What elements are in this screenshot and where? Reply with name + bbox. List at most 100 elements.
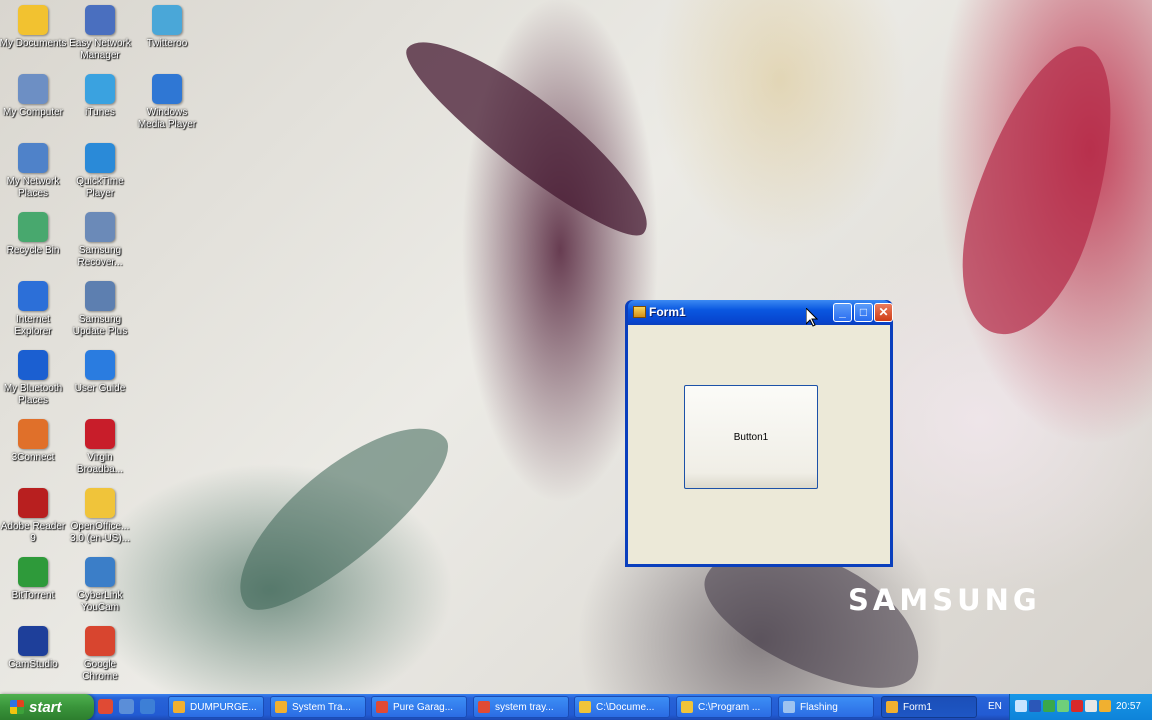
taskbar-button-label: DUMPURGE... bbox=[190, 701, 257, 713]
desktop-icon[interactable]: My Computer bbox=[0, 74, 67, 119]
desktop-icon[interactable]: Windows Media Player bbox=[133, 74, 201, 131]
taskbar-button[interactable]: Form1 bbox=[881, 696, 977, 718]
desktop-icon[interactable]: Recycle Bin bbox=[0, 212, 67, 257]
desktop-icon-label: Easy Network Manager bbox=[69, 38, 131, 61]
desktop-icon[interactable]: CamStudio bbox=[0, 626, 67, 671]
flash-icon[interactable] bbox=[1071, 700, 1083, 712]
maximize-button[interactable]: □ bbox=[854, 303, 873, 322]
desktop-icon-label: OpenOffice... 3.0 (en-US)... bbox=[69, 521, 131, 544]
desktop-icon[interactable]: My Network Places bbox=[0, 143, 67, 200]
window-titlebar[interactable]: Form1 _ □ ✕ bbox=[628, 300, 893, 325]
start-button[interactable]: start bbox=[0, 694, 94, 720]
button1[interactable]: Button1 bbox=[684, 385, 818, 489]
taskbar-button-label: System Tra... bbox=[292, 701, 351, 713]
minimize-button[interactable]: _ bbox=[833, 303, 852, 322]
desktop-icon[interactable]: My Bluetooth Places bbox=[0, 350, 67, 407]
desktop-icon-label: CyberLink YouCam bbox=[77, 590, 123, 613]
mouse-cursor-icon bbox=[806, 308, 818, 327]
desktop-icon-label: 3Connect bbox=[11, 452, 55, 463]
desktop-icon[interactable]: User Guide bbox=[66, 350, 134, 395]
bittorrent-icon bbox=[18, 557, 48, 587]
three-connect-icon bbox=[18, 419, 48, 449]
desktop-icon-label: BitTorrent bbox=[11, 590, 55, 601]
network-icon[interactable] bbox=[1015, 700, 1027, 712]
chrome-icon bbox=[478, 701, 490, 713]
language-indicator[interactable]: EN bbox=[988, 701, 1002, 712]
desktop-icon[interactable] bbox=[119, 699, 134, 714]
desktop-icon-label: Twitteroo bbox=[146, 38, 188, 49]
shield-icon[interactable] bbox=[1099, 700, 1111, 712]
system-tray: 20:57 bbox=[1009, 694, 1152, 720]
taskbar-button[interactable]: C:\Program ... bbox=[676, 696, 772, 718]
taskbar-button[interactable]: Flashing bbox=[778, 696, 874, 718]
form-icon bbox=[886, 701, 898, 713]
desktop-icon-label: Recycle Bin bbox=[6, 245, 60, 256]
taskbar-button[interactable]: System Tra... bbox=[270, 696, 366, 718]
taskbar-button[interactable]: DUMPURGE... bbox=[168, 696, 264, 718]
desktop-icon[interactable]: Adobe Reader 9 bbox=[0, 488, 67, 545]
desktop-icon-label: iTunes bbox=[85, 107, 115, 118]
desktop-icon-label: Windows Media Player bbox=[137, 107, 197, 130]
form-icon bbox=[633, 306, 646, 318]
desktop-icon-label: Samsung Update Plus bbox=[72, 314, 128, 337]
form1-window[interactable]: Form1 _ □ ✕ Button1 bbox=[625, 300, 893, 567]
desktop-icon[interactable]: My Documents bbox=[0, 5, 67, 50]
network-places-icon bbox=[18, 143, 48, 173]
desktop-icon[interactable]: Google Chrome bbox=[66, 626, 134, 683]
desktop-icon[interactable]: Virgin Broadba... bbox=[66, 419, 134, 476]
taskbar-button-label: Flashing bbox=[800, 701, 838, 713]
desktop-icon-label: My Computer bbox=[2, 107, 63, 118]
start-label: start bbox=[29, 698, 62, 716]
desktop-icon[interactable]: QuickTime Player bbox=[66, 143, 134, 200]
taskbar-button[interactable]: system tray... bbox=[473, 696, 569, 718]
desktop-icon[interactable]: Internet Explorer bbox=[0, 281, 67, 338]
taskbar-button-label: Form1 bbox=[903, 701, 932, 713]
app-icon bbox=[173, 701, 185, 713]
monitor-icon[interactable] bbox=[1029, 700, 1041, 712]
app-icon bbox=[783, 701, 795, 713]
desktop-icon[interactable]: iTunes bbox=[66, 74, 134, 119]
bluetooth-icon bbox=[18, 350, 48, 380]
desktop-icon[interactable]: CyberLink YouCam bbox=[66, 557, 134, 614]
wallpaper-petal bbox=[211, 396, 469, 634]
network-manager-icon bbox=[85, 5, 115, 35]
desktop-icon[interactable]: Samsung Update Plus bbox=[66, 281, 134, 338]
close-button[interactable]: ✕ bbox=[874, 303, 893, 322]
desktop-icon[interactable]: Easy Network Manager bbox=[66, 5, 134, 62]
webcam-icon bbox=[85, 557, 115, 587]
desktop-icon-label: Google Chrome bbox=[82, 659, 118, 682]
security-icon[interactable] bbox=[1043, 700, 1055, 712]
folder-icon bbox=[85, 488, 115, 518]
desktop-icon-label: Virgin Broadba... bbox=[76, 452, 124, 475]
internet-explorer-icon bbox=[18, 281, 48, 311]
taskbar-button-label: Pure Garag... bbox=[393, 701, 454, 713]
taskbar-button[interactable]: C:\Docume... bbox=[574, 696, 670, 718]
folder-icon bbox=[681, 701, 693, 713]
camstudio-icon bbox=[18, 626, 48, 656]
samsung-recovery-icon bbox=[85, 212, 115, 242]
taskbar-button-label: C:\Docume... bbox=[596, 701, 655, 713]
desktop-icon[interactable]: 3Connect bbox=[0, 419, 67, 464]
adobe-reader-icon bbox=[18, 488, 48, 518]
desktop-icon[interactable]: Twitteroo bbox=[133, 5, 201, 50]
desktop-icon[interactable]: Samsung Recover... bbox=[66, 212, 134, 269]
desktop-icon[interactable]: BitTorrent bbox=[0, 557, 67, 602]
desktop-icon-label: User Guide bbox=[74, 383, 126, 394]
chrome-icon[interactable] bbox=[98, 699, 113, 714]
computer-icon bbox=[18, 74, 48, 104]
quicktime-icon bbox=[85, 143, 115, 173]
chrome-icon bbox=[85, 626, 115, 656]
taskbar-button-label: system tray... bbox=[495, 701, 554, 713]
wallpaper-petal bbox=[390, 15, 670, 255]
clock[interactable]: 20:57 bbox=[1116, 701, 1141, 712]
window-client-area: Button1 bbox=[628, 325, 890, 564]
volume-icon[interactable] bbox=[1085, 700, 1097, 712]
wifi-icon[interactable] bbox=[1057, 700, 1069, 712]
explorer-icon[interactable] bbox=[140, 699, 155, 714]
taskbar-button[interactable]: Pure Garag... bbox=[371, 696, 467, 718]
samsung-logo: SAMSUNG bbox=[848, 583, 1041, 617]
desktop-icon[interactable]: OpenOffice... 3.0 (en-US)... bbox=[66, 488, 134, 545]
windows-flag-icon bbox=[10, 700, 24, 714]
user-guide-icon bbox=[85, 350, 115, 380]
wallpaper-petal bbox=[936, 28, 1144, 352]
